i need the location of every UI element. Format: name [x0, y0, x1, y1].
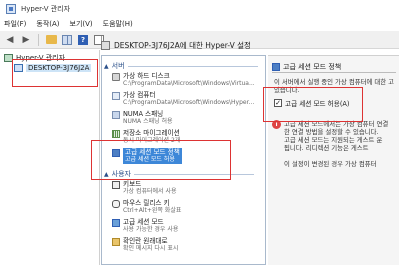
- list-item-sub: C:\ProgramData\Microsoft\Windows\Virtua.…: [123, 80, 255, 87]
- menu-action[interactable]: 동작(A): [36, 19, 59, 29]
- list-item-virtual-hard-disk[interactable]: 가상 하드 디스크 C:\ProgramData\Microsoft\Window…: [112, 72, 255, 88]
- note-line: 됩니다. 리디렉션 기능은 게스트: [284, 144, 369, 152]
- help-icon[interactable]: ?: [77, 34, 89, 46]
- highlight-box-list: [91, 140, 231, 180]
- migration-icon: [112, 130, 120, 138]
- menu-view[interactable]: 보기(V): [70, 19, 93, 29]
- list-item-sub: 확인 메시지 다시 표시: [123, 245, 179, 252]
- detail-description-line-1: 이 서버에서 실행 중인 가상 컴퓨터에 대한 고: [274, 78, 395, 86]
- numa-icon: [112, 111, 120, 119]
- collapse-chevron-icon: ▲: [104, 62, 109, 70]
- title-bar: Hyper-V 관리자: [0, 0, 399, 17]
- toolbar-separator: [38, 33, 39, 46]
- window-title: Hyper-V 관리자: [21, 4, 71, 13]
- detail-header-text: 고급 세션 모드 정책: [283, 63, 342, 71]
- section-server-label: 서버: [111, 62, 125, 70]
- list-item-keyboard[interactable]: 키보드 가상 컴퓨터에서 사용: [112, 180, 177, 196]
- enhanced-session-icon: [272, 63, 280, 71]
- reset-checkbox-icon: [112, 238, 120, 246]
- back-arrow-icon[interactable]: ◀: [4, 34, 16, 46]
- hyperv-app-icon: [6, 3, 16, 14]
- detail-header: 고급 세션 모드 정책: [272, 62, 341, 72]
- list-item-mouse-release-key[interactable]: 마우스 릴리스 키 Ctrl+Alt+왼쪽 화살표: [112, 199, 181, 215]
- section-divider: [127, 65, 258, 67]
- menu-file[interactable]: 파일(F): [4, 19, 26, 29]
- note-line: [284, 152, 388, 160]
- list-item-label: NUMA 스패닝: [123, 110, 164, 118]
- list-item-numa-spanning[interactable]: NUMA 스패닝 NUMA 스패닝 허용: [112, 110, 173, 126]
- settings-dialog-icon: [101, 40, 110, 50]
- menu-bar: 파일(F) 동작(A) 보기(V) 도움말(H): [0, 17, 399, 31]
- list-item-label: 키보드: [123, 180, 142, 188]
- list-item-label: 저장소 마이그레이션: [123, 129, 180, 137]
- keyboard-icon: [112, 181, 120, 189]
- detail-divider: [272, 72, 396, 73]
- session-monitor-icon: [112, 219, 120, 227]
- hard-disk-icon: [112, 73, 120, 81]
- list-item-sub: Ctrl+Alt+왼쪽 화살표: [123, 207, 182, 214]
- section-server[interactable]: ▲ 서버: [104, 61, 258, 71]
- dialog-title-text: DESKTOP-3J76J2A에 대한 Hyper-V 설정: [114, 40, 251, 50]
- highlight-box-tree: [12, 59, 98, 87]
- highlight-box-detail: [263, 87, 363, 122]
- list-item-reset-checkboxes[interactable]: 확인란 원래대로 확인 메시지 다시 표시: [112, 237, 178, 253]
- properties-grid-icon[interactable]: [61, 34, 73, 46]
- note-line: 이 설정이 변경된 경우 가상 컴퓨터: [284, 160, 377, 168]
- list-item-virtual-machines[interactable]: 가상 컴퓨터 C:\ProgramData\Microsoft\Windows\H…: [112, 91, 254, 107]
- list-item-sub: 사용 가능한 경우 사용: [123, 226, 179, 233]
- mouse-icon: [112, 200, 120, 208]
- menu-help[interactable]: 도움말(H): [103, 19, 133, 29]
- list-item-label: 가상 하드 디스크: [123, 72, 170, 80]
- list-item-label: 마우스 릴리스 키: [123, 199, 170, 207]
- list-item-label: 고급 세션 모드: [123, 218, 164, 226]
- list-item-label: 확인란 원래대로: [123, 237, 168, 245]
- list-item-sub: 가상 컴퓨터에서 사용: [123, 188, 177, 195]
- list-item-sub: C:\ProgramData\Microsoft\Windows\Hyper..…: [123, 99, 255, 106]
- settings-dialog-title: DESKTOP-3J76J2A에 대한 Hyper-V 설정: [101, 37, 251, 53]
- list-item-sub: NUMA 스패닝 허용: [123, 118, 173, 125]
- folder-icon[interactable]: [45, 34, 57, 46]
- info-note: i 고급 세션 모드에서는 가상 컴퓨터 연결 한 연결 방법을 설정할 수 있…: [272, 120, 388, 168]
- note-line: 고급 세션 모드는 지원되는 게스트 운: [284, 136, 383, 144]
- list-item-enhanced-session-mode[interactable]: 고급 세션 모드 사용 가능한 경우 사용: [112, 218, 178, 234]
- note-line: 한 연결 방법을 설정할 수 있습니다.: [284, 128, 379, 136]
- list-item-label: 가상 컴퓨터: [123, 91, 156, 99]
- virtual-machine-icon: [112, 92, 120, 100]
- forward-arrow-icon[interactable]: ▶: [20, 34, 32, 46]
